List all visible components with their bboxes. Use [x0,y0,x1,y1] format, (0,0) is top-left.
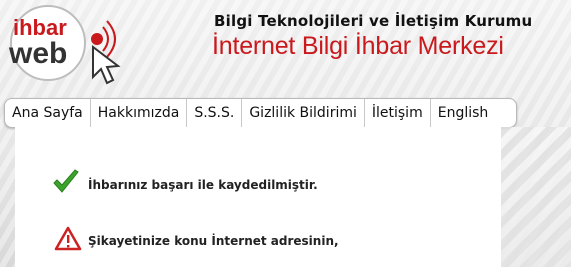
organization-title: Bilgi Teknolojileri ve İletişim Kurumu [214,12,533,30]
warning-message: Şikayetinize konu İnternet adresinin, [88,234,339,248]
nav-item-privacy[interactable]: Gizlilik Bildirimi [242,99,365,127]
decorative-keyboard-background [501,127,571,267]
logo-web-text: web [8,37,67,70]
success-message: İhbarınız başarı ile kaydedilmiştir. [88,178,318,192]
warning-icon [54,226,82,251]
site-header: ihbar web Bilgi Teknolojileri ve İletişi… [0,0,571,98]
main-navigation: Ana Sayfa Hakkımızda S.S.S. Gizlilik Bil… [4,98,517,128]
nav-item-about[interactable]: Hakkımızda [91,99,188,127]
checkmark-icon [53,169,79,193]
center-title: İnternet Bilgi İhbar Merkezi [212,32,504,60]
nav-item-contact[interactable]: İletişim [365,99,431,127]
nav-item-faq[interactable]: S.S.S. [187,99,243,127]
ihbarweb-logo[interactable]: ihbar web [3,3,123,95]
nav-item-home[interactable]: Ana Sayfa [5,99,91,127]
nav-item-english[interactable]: English [431,99,496,127]
